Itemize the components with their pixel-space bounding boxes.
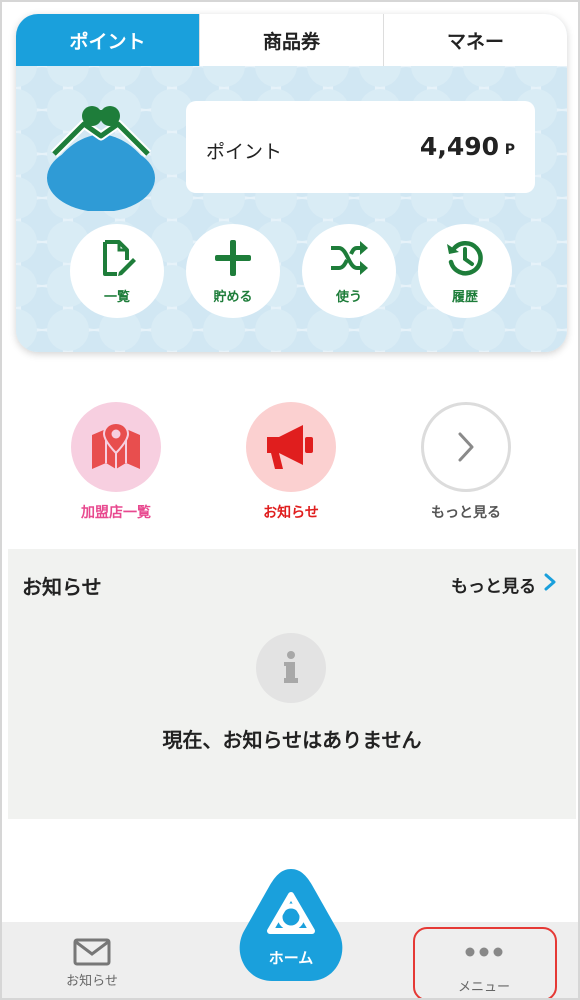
more-circle <box>421 402 511 492</box>
news-circle <box>246 402 336 492</box>
shuffle-icon <box>331 240 368 275</box>
megaphone-icon <box>267 425 313 469</box>
member-stores-shortcut[interactable]: 加盟店一覧 <box>51 402 181 522</box>
use-button[interactable]: 使う <box>302 224 396 318</box>
list-label: 一覧 <box>103 289 130 305</box>
nav-notices-label: お知らせ <box>66 974 118 989</box>
mail-icon <box>73 938 111 966</box>
point-unit: P <box>504 142 515 158</box>
point-card: ポイント 商品券 マネー ポイント 4,490 P 一覧 貯める 使う 履歴 <box>16 14 567 352</box>
news-shortcut[interactable]: お知らせ <box>226 402 356 522</box>
nav-home-button[interactable]: ホーム <box>238 865 344 985</box>
history-button[interactable]: 履歴 <box>418 224 512 318</box>
earn-button[interactable]: 貯める <box>186 224 280 318</box>
point-actions: 一覧 貯める 使う 履歴 <box>16 224 567 324</box>
tab-gift-certificates[interactable]: 商品券 <box>199 14 383 66</box>
plus-icon <box>215 239 251 276</box>
wallet-tabs: ポイント 商品券 マネー <box>16 14 567 66</box>
news-label: お知らせ <box>263 505 319 521</box>
document-edit-icon <box>103 239 136 276</box>
point-balance-box[interactable]: ポイント 4,490 P <box>186 101 535 193</box>
list-button[interactable]: 一覧 <box>70 224 164 318</box>
tab-money[interactable]: マネー <box>383 14 567 66</box>
member-stores-label: 加盟店一覧 <box>81 505 151 521</box>
use-label: 使う <box>335 289 362 305</box>
notice-empty-message: 現在、お知らせはありません <box>162 728 422 752</box>
earn-label: 貯める <box>213 289 253 305</box>
more-label: もっと見る <box>431 505 501 521</box>
mascot-logo <box>44 96 159 212</box>
menu-highlight-box <box>413 927 557 998</box>
nav-home-label: ホーム <box>268 949 314 967</box>
chevron-right-icon[interactable] <box>544 573 556 591</box>
notice-more-link[interactable]: もっと見る <box>451 572 536 597</box>
info-icon <box>256 633 326 703</box>
notice-title: お知らせ <box>22 575 102 599</box>
store-map-icon <box>92 421 140 469</box>
history-icon <box>447 240 483 275</box>
point-value: 4,490 <box>419 132 499 161</box>
nav-notices[interactable]: お知らせ <box>42 922 142 998</box>
more-shortcut[interactable]: もっと見る <box>401 402 531 522</box>
history-label: 履歴 <box>451 289 478 305</box>
chevron-right-icon <box>458 432 474 462</box>
tab-points[interactable]: ポイント <box>16 14 199 66</box>
app-screen: ポイント 商品券 マネー ポイント 4,490 P 一覧 貯める 使う 履歴 加… <box>0 0 580 1000</box>
point-label: ポイント <box>206 141 283 163</box>
member-stores-circle <box>71 402 161 492</box>
notice-section: お知らせ もっと見る 現在、お知らせはありません <box>8 549 576 819</box>
